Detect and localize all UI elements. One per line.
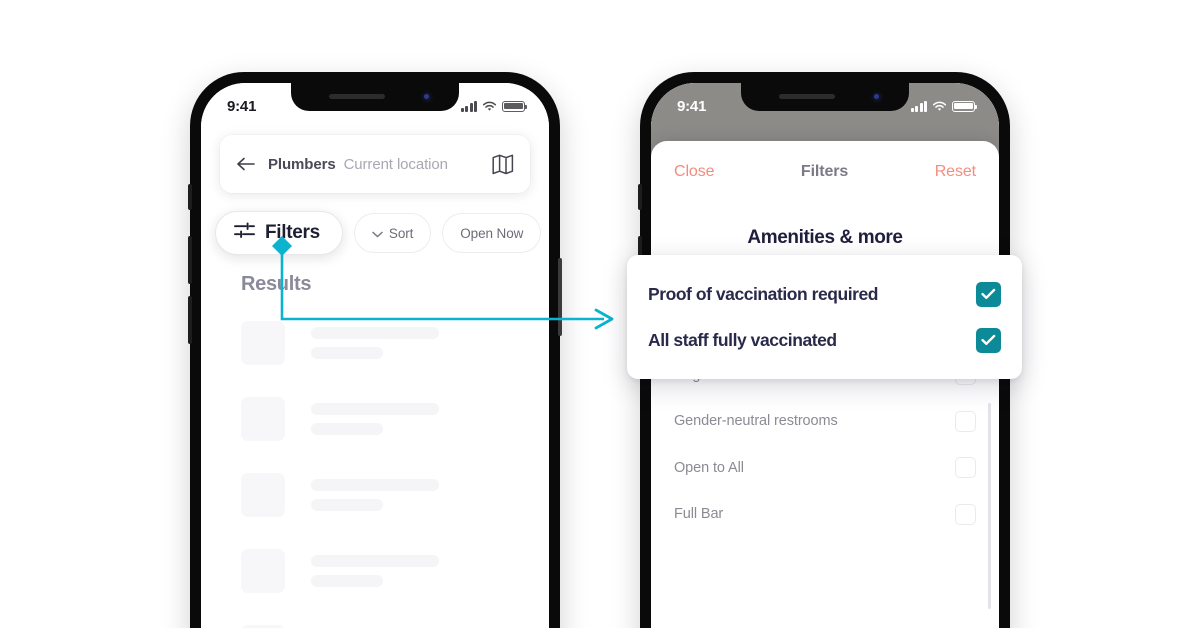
reset-button[interactable]: Reset [935,163,976,181]
skeleton-line [311,403,439,415]
amenity-checkbox[interactable] [955,503,976,525]
skeleton-thumbnail [241,321,285,365]
results-skeleton-list [201,321,549,628]
open-now-chip[interactable]: Open Now [442,213,542,253]
skeleton-thumbnail [241,397,285,441]
callout-checkbox-checked[interactable] [976,281,1001,307]
left-phone-screen: 9:41 Plumbers Current location Filters S… [201,83,549,628]
chevron-down-icon [372,226,383,241]
cellular-bars-icon [460,100,477,112]
sliders-icon [234,221,255,245]
left-phone-bezel: 9:41 Plumbers Current location Filters S… [201,83,549,628]
left-phone-device: 9:41 Plumbers Current location Filters S… [188,72,562,628]
volume-down-button[interactable] [188,296,192,344]
skeleton-row [201,321,549,365]
open-now-chip-label: Open Now [460,225,524,241]
front-camera-icon [871,91,883,103]
battery-icon [502,100,528,112]
sort-chip-label: Sort [388,225,414,241]
mute-switch[interactable] [638,184,642,210]
skeleton-lines [311,321,509,365]
filters-chip-label: Filters [265,222,320,243]
notch [291,83,459,111]
skeleton-thumbnail [241,549,285,593]
amenity-label: Open to All [674,459,744,476]
earpiece-speaker [779,94,835,99]
amenity-row[interactable]: Open to All [651,445,999,492]
vaccination-filters-callout: Proof of vaccination required All staff … [627,255,1022,379]
amenity-label: Full Bar [674,506,724,523]
skeleton-line [311,479,439,491]
sheet-header: Close Filters Reset [651,141,999,203]
skeleton-line [311,347,383,359]
amenity-row[interactable]: Gender-neutral restrooms [651,398,999,445]
skeleton-line [311,575,383,587]
callout-row[interactable]: All staff fully vaccinated [648,327,1001,353]
skeleton-line [311,499,383,511]
skeleton-lines [311,397,509,441]
mute-switch[interactable] [188,184,192,210]
results-heading: Results [241,273,312,295]
search-term: Plumbers [268,155,336,173]
skeleton-line [311,555,439,567]
skeleton-line [311,327,439,339]
skeleton-line [311,423,383,435]
sheet-title: Filters [800,163,849,180]
amenity-row[interactable]: Full Bar [651,491,999,538]
skeleton-thumbnail [241,473,285,517]
skeleton-row [201,473,549,517]
back-arrow-icon[interactable] [236,157,255,171]
skeleton-lines [311,549,509,593]
search-bar[interactable]: Plumbers Current location [220,135,530,193]
front-camera-icon [421,91,433,103]
checkmark-icon [981,288,996,299]
arrow-right-icon [594,308,614,330]
search-query-group[interactable]: Plumbers Current location [268,156,479,173]
checkmark-icon [981,334,996,345]
wifi-icon [482,101,497,111]
amenity-checkbox[interactable] [955,410,976,432]
notch [741,83,909,111]
power-button[interactable] [558,258,562,336]
callout-label: All staff fully vaccinated [648,329,837,350]
callout-row[interactable]: Proof of vaccination required [648,281,1001,307]
filters-chip[interactable]: Filters [215,211,343,255]
skeleton-row [201,397,549,441]
callout-label: Proof of vaccination required [648,283,879,304]
callout-checkbox-checked[interactable] [976,327,1001,353]
screenshot-canvas: 9:41 Plumbers Current location Filters S… [0,0,1200,628]
filters-sheet: Close Filters Reset Amenities & more Whe… [651,141,999,628]
earpiece-speaker [329,94,385,99]
volume-up-button[interactable] [188,236,192,284]
search-location: Current location [343,155,448,173]
status-time: 9:41 [227,97,257,115]
skeleton-row [201,549,549,593]
sheet-scrollbar[interactable] [988,403,991,609]
status-icons-group [460,100,528,112]
amenity-checkbox[interactable] [955,457,976,479]
section-title: Amenities & more [747,227,903,248]
map-icon[interactable] [492,154,514,175]
close-button[interactable]: Close [674,163,715,181]
sort-chip[interactable]: Sort [353,213,432,253]
filter-chip-row[interactable]: Filters Sort Open Now Requ [215,211,549,255]
skeleton-lines [311,473,509,517]
amenity-label: Gender-neutral restrooms [674,413,838,430]
